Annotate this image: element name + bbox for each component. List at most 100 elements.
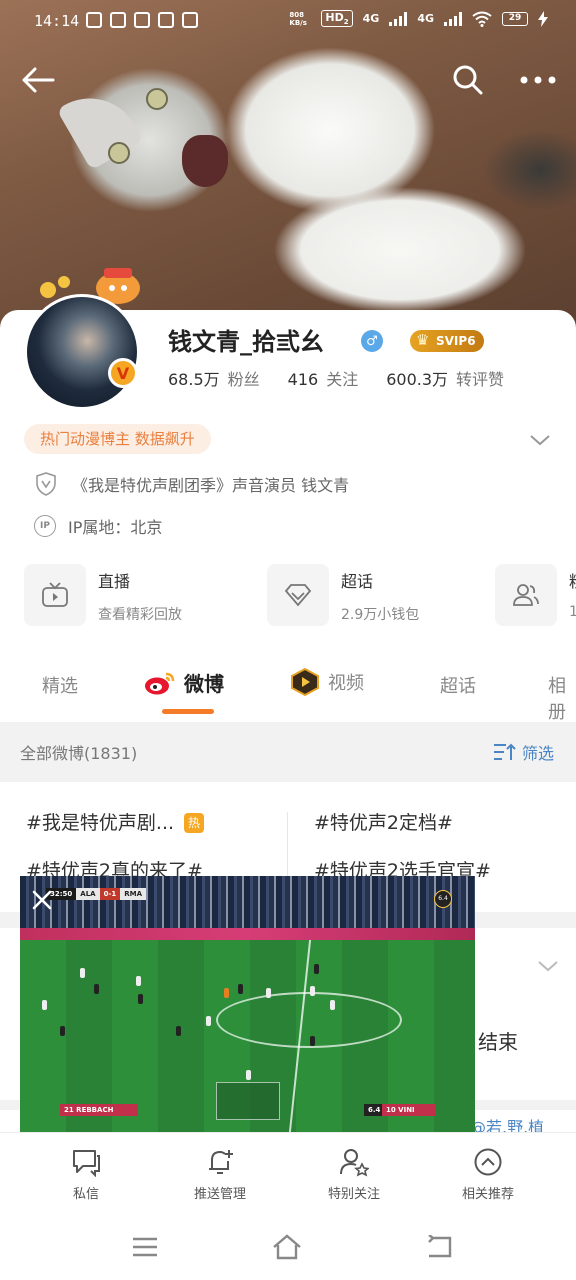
signal-4g-label-1: 4G: [362, 12, 380, 26]
network-speed: 808 KB/s: [289, 10, 307, 27]
player-marker: [314, 964, 319, 974]
action-label: 特别关注: [327, 1187, 380, 1202]
message-icon: [73, 1150, 100, 1177]
stadium-stands: [20, 876, 475, 936]
back-nav-button[interactable]: [424, 1232, 454, 1262]
filter-button[interactable]: 筛选: [492, 740, 554, 764]
app-notification-icon: [134, 12, 150, 28]
feature-supertopic[interactable]: 超话 2.9万小钱包: [267, 564, 419, 626]
feature-subtitle: 1: [569, 604, 576, 620]
center-circle: [216, 992, 402, 1048]
wifi-icon: [472, 11, 492, 27]
message-button[interactable]: 私信: [26, 1147, 146, 1202]
related-recommend-button[interactable]: 相关推荐: [428, 1147, 548, 1202]
video-play-icon: [291, 668, 319, 696]
back-return-icon: [428, 1235, 452, 1258]
avatar[interactable]: V: [24, 294, 144, 414]
svip-badge[interactable]: SVIP6: [410, 329, 484, 352]
player-marker: [224, 988, 229, 998]
player-marker: [80, 968, 85, 978]
signal-bars-icon: [444, 11, 462, 26]
rating-badge: 6.4: [434, 890, 452, 908]
chevron-up-circle-icon: [474, 1148, 502, 1176]
tab-weibo[interactable]: 微博: [144, 668, 224, 697]
player-marker: [42, 1000, 47, 1010]
tab-featured[interactable]: 精选: [42, 672, 78, 698]
cat-eye-right: [108, 142, 130, 164]
status-bar: 14:14 808 KB/s HD2 4G 4G 29: [0, 0, 576, 44]
chevron-down-icon[interactable]: [536, 954, 560, 978]
back-button[interactable]: [16, 58, 60, 102]
post-text: 结束: [478, 1030, 518, 1054]
hashtag-item[interactable]: #特优声2定档#: [314, 808, 453, 835]
person-star-icon: [340, 1149, 369, 1177]
player-left-bar: 21 REBBACH: [60, 1104, 138, 1116]
push-settings-button[interactable]: 推送管理: [160, 1147, 280, 1202]
search-icon: [453, 65, 483, 95]
pitch-minimap: [216, 1082, 280, 1120]
feature-entries: 直播查看精彩回放 超话2.9万小钱包 粉1: [24, 564, 576, 628]
menu-lines-icon: [133, 1237, 157, 1257]
feature-title: 直播: [98, 572, 131, 591]
ip-row: IP IP属地：北京: [34, 514, 162, 538]
tv-icon: [24, 564, 86, 626]
stat-interactions[interactable]: 600.3万 转评赞: [386, 366, 504, 390]
verified-badge: V: [108, 358, 138, 388]
menu-nav-button[interactable]: [130, 1232, 160, 1262]
player-marker: [60, 1026, 65, 1036]
gender-male-icon: ♂: [361, 330, 383, 352]
floating-video-player[interactable]: 32:50 ALA 0-1 RMA 6.4 21 REBBACH 6.4 10 …: [20, 876, 475, 1132]
tab-album[interactable]: 相册: [548, 672, 576, 724]
feed-header: 全部微博(1831) 筛选: [0, 722, 576, 782]
tab-video[interactable]: 视频: [290, 668, 364, 696]
stat-following[interactable]: 416 关注: [288, 366, 359, 390]
hd-badge: HD2: [321, 10, 353, 28]
action-label: 推送管理: [193, 1187, 246, 1202]
feature-subtitle: 查看精彩回放: [98, 607, 182, 623]
close-icon[interactable]: [30, 888, 54, 912]
more-button[interactable]: [516, 58, 560, 102]
cat-mouth: [182, 135, 228, 187]
hashtag-item[interactable]: #我是特优声剧... 热: [26, 808, 205, 835]
filter-sort-icon: [493, 743, 516, 760]
player-marker: [206, 1016, 211, 1026]
player-marker: [176, 1026, 181, 1036]
search-button[interactable]: [446, 58, 490, 102]
post-count: 全部微博(1831): [20, 744, 138, 763]
player-marker: [310, 986, 315, 996]
chevron-down-icon[interactable]: [528, 428, 552, 452]
feature-subtitle: 2.9万小钱包: [341, 607, 420, 623]
stat-followers[interactable]: 68.5万 粉丝: [168, 366, 260, 390]
weibo-logo-icon: [145, 672, 175, 694]
app-notification-icon: [86, 12, 102, 28]
app-notification-icon: [158, 12, 174, 28]
notification-icons: [86, 12, 198, 28]
cat-ear-left: [56, 79, 144, 171]
feature-live[interactable]: 直播 查看精彩回放: [24, 564, 182, 626]
more-dots-icon: [520, 76, 556, 84]
signal-4g-label-2: 4G: [417, 12, 434, 26]
action-label: 私信: [72, 1187, 99, 1202]
tab-supertopic[interactable]: 超话: [440, 672, 476, 698]
shield-v-icon: [34, 472, 58, 496]
profile-tabs: 精选 微博 视频 超话 相册: [0, 658, 576, 723]
hot-blogger-tag[interactable]: 热门动漫博主 数据飙升: [24, 424, 211, 454]
ip-icon: IP: [34, 515, 56, 537]
action-label: 相关推荐: [461, 1187, 514, 1202]
player-right-rating: 6.4: [364, 1104, 382, 1116]
group-icon: [495, 564, 557, 626]
app-notification-icon: [110, 12, 126, 28]
feature-title: 超话: [341, 572, 374, 591]
feature-fans[interactable]: 粉1: [495, 564, 576, 626]
bio-row: 《我是特优声剧团季》声音演员 钱文青: [34, 472, 349, 496]
feature-title: 粉: [569, 568, 576, 592]
player-marker: [238, 984, 243, 994]
player-marker: [330, 1000, 335, 1010]
home-nav-button[interactable]: [272, 1232, 302, 1262]
ip-location: IP属地：北京: [68, 518, 163, 537]
match-scoreboard: 32:50 ALA 0-1 RMA: [46, 888, 147, 900]
cat-eye-left: [146, 88, 168, 110]
player-marker: [310, 1036, 315, 1046]
special-follow-button[interactable]: 特别关注: [294, 1147, 414, 1202]
player-marker: [138, 994, 143, 1004]
